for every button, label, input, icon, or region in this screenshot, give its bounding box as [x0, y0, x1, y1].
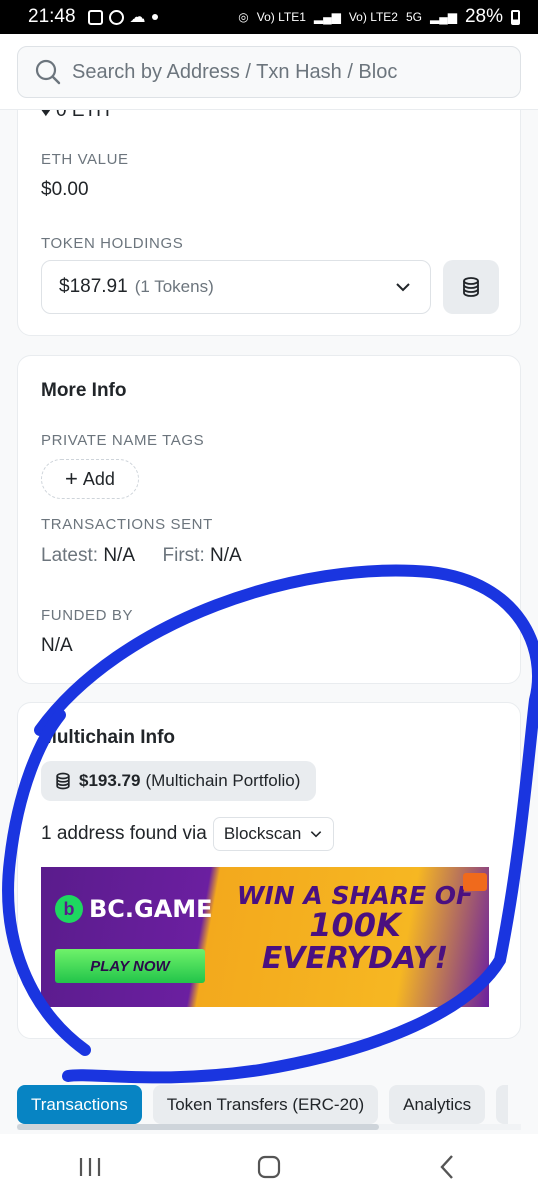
ad-logo: b BC.GAME: [55, 895, 213, 923]
first-value: N/A: [210, 545, 242, 566]
ad-headline-3: EVERYDAY!: [261, 940, 449, 976]
tabs-scrollbar-thumb[interactable]: [17, 1124, 379, 1130]
overview-card: ♦ 0 ETH ETH VALUE $0.00 TOKEN HOLDINGS $…: [17, 78, 521, 336]
tab-transactions[interactable]: Transactions: [17, 1085, 142, 1124]
battery-level: 28%: [464, 6, 503, 27]
multichain-title: Multichain Info: [41, 727, 176, 748]
latest-value: N/A: [103, 545, 134, 566]
coins-icon: [463, 277, 479, 297]
network-1: Vo) LTE1: [256, 10, 306, 24]
tx-sent-values: Latest: N/A First: N/A: [41, 545, 242, 567]
tabs-scrollbar[interactable]: [17, 1124, 521, 1130]
ad-headline: WIN A SHARE OF 100K EVERYDAY!: [221, 882, 489, 976]
eth-value: $0.00: [41, 179, 89, 200]
add-label: Add: [82, 468, 115, 489]
search-icon: [35, 59, 61, 85]
tabs-row: Transactions Token Transfers (ERC-20) An…: [17, 1085, 509, 1125]
back-icon: [440, 1155, 454, 1179]
portfolio-label: (Multichain Portfolio): [145, 771, 301, 790]
status-time: 21:48: [28, 6, 76, 27]
recent-apps-icon: [79, 1158, 100, 1176]
ad-play-now-button[interactable]: PLAY NOW: [55, 949, 205, 983]
funded-by-label: FUNDED BY: [41, 607, 134, 624]
more-info-title: More Info: [41, 380, 127, 401]
token-holdings-value: $187.91: [59, 276, 128, 297]
add-tag-button[interactable]: + Add: [41, 459, 139, 499]
tx-sent-label: TRANSACTIONS SENT: [41, 516, 213, 533]
home-icon: [257, 1155, 281, 1179]
status-right: ◎ Vo) LTE1 ▂▄▆ Vo) LTE2 5G ▂▄▆ 28%: [238, 6, 520, 28]
search-box[interactable]: [17, 46, 521, 98]
token-holdings-count: (1 Tokens): [134, 277, 214, 296]
chevron-down-icon: [311, 831, 322, 838]
eth-value-label: ETH VALUE: [41, 151, 129, 168]
more-info-card: More Info PRIVATE NAME TAGS + Add TRANSA…: [17, 355, 521, 684]
blockscan-dropdown[interactable]: Blockscan: [212, 817, 335, 851]
signal-icon-2: ▂▄▆: [430, 10, 457, 24]
search-header: [0, 34, 538, 110]
cloud-icon: ☁: [129, 9, 146, 26]
token-portfolio-button[interactable]: [443, 260, 499, 314]
recent-apps-button[interactable]: [60, 1147, 120, 1187]
back-button[interactable]: [418, 1147, 478, 1187]
network-type: 5G: [405, 10, 422, 24]
signal-icon: ▂▄▆: [313, 10, 341, 24]
plus-icon: +: [65, 466, 78, 491]
hotspot-icon: ◎: [238, 10, 249, 24]
tab-analytics[interactable]: Analytics: [389, 1085, 486, 1124]
address-found-text: 1 address found via: [41, 823, 207, 844]
portfolio-amount: $193.79: [79, 771, 141, 790]
first-label: First:: [162, 545, 205, 566]
multichain-portfolio-chip[interactable]: $193.79 (Multichain Portfolio): [41, 761, 317, 801]
blockscan-label: Blockscan: [223, 824, 302, 843]
notification-icons: ☁: [87, 7, 158, 27]
ad-banner[interactable]: b BC.GAME PLAY NOW WIN A SHARE OF 100K E…: [41, 867, 489, 1007]
token-holdings-label: TOKEN HOLDINGS: [41, 235, 184, 252]
token-holdings-dropdown[interactable]: $187.91 (1 Tokens): [41, 260, 431, 314]
tab-token-transfers[interactable]: Token Transfers (ERC-20): [152, 1085, 379, 1124]
tab-overflow-stub[interactable]: [496, 1085, 509, 1124]
network-2: Vo) LTE2: [348, 10, 398, 24]
android-nav-bar: [0, 1134, 538, 1200]
chevron-down-icon: [396, 283, 410, 292]
dot-icon: [151, 14, 158, 20]
status-bar: 21:48 ☁ ◎ Vo) LTE1 ▂▄▆ Vo) LTE2 5G ▂▄▆ 2…: [0, 0, 538, 34]
battery-icon: [511, 9, 520, 25]
address-found-row: 1 address found via Blockscan: [41, 817, 335, 851]
home-button[interactable]: [239, 1147, 299, 1187]
ad-mascot-icon: [463, 873, 487, 891]
ad-brand: BC.GAME: [89, 895, 213, 923]
facebook-icon: [108, 9, 124, 25]
private-tags-label: PRIVATE NAME TAGS: [41, 432, 205, 449]
ad-headline-2: 100K: [309, 906, 401, 945]
multichain-card: Multichain Info $193.79 (Multichain Port…: [17, 702, 521, 1039]
latest-label: Latest:: [41, 545, 99, 566]
coins-icon: [56, 772, 70, 790]
search-input[interactable]: [72, 60, 512, 84]
gallery-icon: [87, 9, 103, 25]
funded-by-value: N/A: [41, 635, 73, 656]
bc-game-logo-icon: b: [55, 895, 83, 923]
